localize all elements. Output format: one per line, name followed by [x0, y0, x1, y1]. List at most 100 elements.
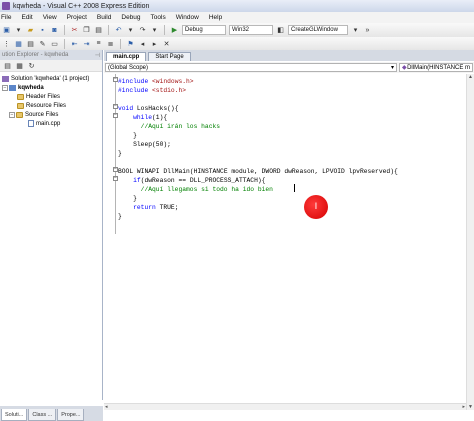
- code-line: }: [118, 150, 122, 157]
- menu-tools[interactable]: Tools: [146, 14, 171, 21]
- menu-debug[interactable]: Debug: [116, 14, 145, 21]
- scroll-up-icon[interactable]: ▲: [468, 74, 473, 80]
- code-line: return TRUE;: [133, 204, 179, 211]
- decrease-indent-icon[interactable]: ⇤: [70, 39, 79, 48]
- member-value: DllMain(HINSTANCE m: [407, 64, 470, 71]
- tree-node-resource-files[interactable]: Resource Files: [0, 101, 102, 110]
- solution-tree: Solution 'kqwheda' (1 project) − kqwheda…: [0, 72, 102, 128]
- solution-explorer-icon[interactable]: ▦: [14, 39, 23, 48]
- undo-dropdown-icon[interactable]: ▾: [126, 26, 135, 35]
- project-icon: [9, 84, 16, 91]
- document-area: main.cpp Start Page (Global Scope) ▾ ◆ D…: [104, 50, 474, 421]
- menu-help[interactable]: Help: [204, 14, 227, 21]
- menu-build[interactable]: Build: [92, 14, 116, 21]
- output-icon[interactable]: ▭: [50, 39, 59, 48]
- menu-view[interactable]: View: [38, 14, 62, 21]
- tree-node-source-files[interactable]: − Source Files: [0, 110, 102, 119]
- code-line: #include <stdio.h>: [118, 87, 187, 94]
- tree-node-label: Source Files: [25, 111, 59, 118]
- show-all-files-icon[interactable]: ▦: [15, 61, 24, 70]
- tab-solution-explorer[interactable]: Soluti...: [1, 409, 28, 421]
- copy-icon[interactable]: ❐: [82, 26, 91, 35]
- save-all-icon[interactable]: ◙: [50, 26, 59, 35]
- menu-file[interactable]: File: [0, 14, 16, 21]
- toolbar-separator: [64, 25, 65, 35]
- pin-icon[interactable]: ⊣: [95, 52, 100, 59]
- clear-bookmarks-icon[interactable]: ✕: [162, 39, 171, 48]
- tree-node-project[interactable]: − kqwheda: [0, 83, 102, 92]
- previous-bookmark-icon[interactable]: ◂: [138, 39, 147, 48]
- tree-node-main-cpp[interactable]: main.cpp: [0, 119, 102, 128]
- comment-out-icon[interactable]: ≡: [94, 39, 103, 48]
- scroll-right-icon[interactable]: ▸: [462, 404, 465, 410]
- paste-icon[interactable]: ▤: [94, 26, 103, 35]
- cut-icon[interactable]: ✂: [70, 26, 79, 35]
- member-select[interactable]: ◆ DllMain(HINSTANCE m: [399, 63, 473, 72]
- function-icon: ◆: [402, 65, 407, 71]
- next-bookmark-icon[interactable]: ▸: [150, 39, 159, 48]
- code-line: while(1){: [133, 114, 168, 121]
- save-icon[interactable]: ▪: [38, 26, 47, 35]
- redo-dropdown-icon[interactable]: ▾: [150, 26, 159, 35]
- code-line: #include <windows.h>: [118, 78, 194, 85]
- tree-node-header-files[interactable]: Header Files: [0, 92, 102, 101]
- code-line: void LosHacks(){: [118, 105, 179, 112]
- toolbar-separator: [64, 38, 65, 49]
- properties-icon[interactable]: ▤: [26, 39, 35, 48]
- toolbar-separator: [108, 25, 109, 35]
- code-line: }: [118, 213, 122, 220]
- tab-main-cpp[interactable]: main.cpp: [106, 52, 147, 61]
- title-bar: kqwheda - Visual C++ 2008 Express Editio…: [0, 0, 474, 12]
- tab-start-page[interactable]: Start Page: [148, 52, 191, 61]
- add-item-icon[interactable]: ▾: [14, 26, 23, 35]
- scroll-left-icon[interactable]: ◂: [105, 404, 108, 410]
- cpp-file-icon: [28, 120, 34, 127]
- scope-select[interactable]: (Global Scope) ▾: [105, 63, 397, 72]
- refresh-icon[interactable]: ↻: [27, 61, 36, 70]
- open-file-icon[interactable]: ▰: [26, 26, 35, 35]
- solution-icon: [2, 75, 9, 82]
- left-pane-tabs: Soluti... Class ... Prope...: [0, 406, 103, 421]
- code-editor[interactable]: − − − − − #include <windows.h> #include <…: [104, 74, 466, 410]
- menu-project[interactable]: Project: [62, 14, 92, 21]
- increase-indent-icon[interactable]: ⇥: [82, 39, 91, 48]
- horizontal-scrollbar[interactable]: ◂ ▸: [104, 403, 466, 410]
- configuration-select[interactable]: Debug: [182, 25, 226, 35]
- redo-icon[interactable]: ↷: [138, 26, 147, 35]
- folder-icon: [16, 111, 23, 118]
- toolbar-options-icon[interactable]: »: [363, 26, 372, 35]
- scope-value: (Global Scope): [108, 64, 149, 71]
- uncomment-icon[interactable]: ≣: [106, 39, 115, 48]
- code-line: BOOL WINAPI DllMain(HINSTANCE module, DW…: [118, 168, 398, 175]
- chevron-down-icon: ▾: [390, 65, 394, 71]
- solution-explorer-title: ution Explorer - kqwheda: [2, 52, 69, 58]
- platform-select[interactable]: Win32: [229, 25, 273, 35]
- code-line: //Aquí llegamos si todo ha ido bien: [118, 186, 273, 193]
- find-combo[interactable]: CreateGLWindow: [288, 25, 348, 35]
- tree-node-label: Solution 'kqwheda' (1 project): [11, 75, 90, 82]
- start-debugging-icon[interactable]: ▶: [170, 26, 179, 35]
- new-project-icon[interactable]: ▣: [2, 26, 11, 35]
- configuration-value: Debug: [185, 27, 203, 33]
- text-cursor: [294, 184, 295, 192]
- code-line: if(dwReason == DLL_PROCESS_ATTACH){: [133, 177, 266, 184]
- solution-explorer-header: ution Explorer - kqwheda ⊣: [0, 50, 102, 60]
- collapse-icon[interactable]: −: [9, 111, 15, 118]
- menu-edit[interactable]: Edit: [16, 14, 37, 21]
- vertical-scrollbar[interactable]: ▲ ▼: [466, 74, 474, 410]
- find-dropdown-icon[interactable]: ▾: [351, 26, 360, 35]
- find-icon[interactable]: ◧: [276, 26, 285, 35]
- scroll-down-icon[interactable]: ▼: [468, 404, 473, 410]
- toolbar-separator: [120, 38, 121, 49]
- text-editor-toolbar: ⋮ ▦ ▤ ✎ ▭ ⇤ ⇥ ≡ ≣ ⚑ ◂ ▸ ✕: [0, 37, 474, 50]
- tab-class-view[interactable]: Class ...: [28, 409, 57, 421]
- toggle-bookmark-icon[interactable]: ⚑: [126, 39, 135, 48]
- toolbox-icon[interactable]: ✎: [38, 39, 47, 48]
- collapse-icon[interactable]: −: [2, 84, 8, 91]
- undo-icon[interactable]: ↶: [114, 26, 123, 35]
- toolbar-grip-icon: ⋮: [3, 40, 10, 48]
- tab-property-manager[interactable]: Prope...: [57, 409, 85, 421]
- properties-button-icon[interactable]: ▤: [3, 61, 12, 70]
- tree-node-solution[interactable]: Solution 'kqwheda' (1 project): [0, 74, 102, 83]
- menu-window[interactable]: Window: [171, 14, 204, 21]
